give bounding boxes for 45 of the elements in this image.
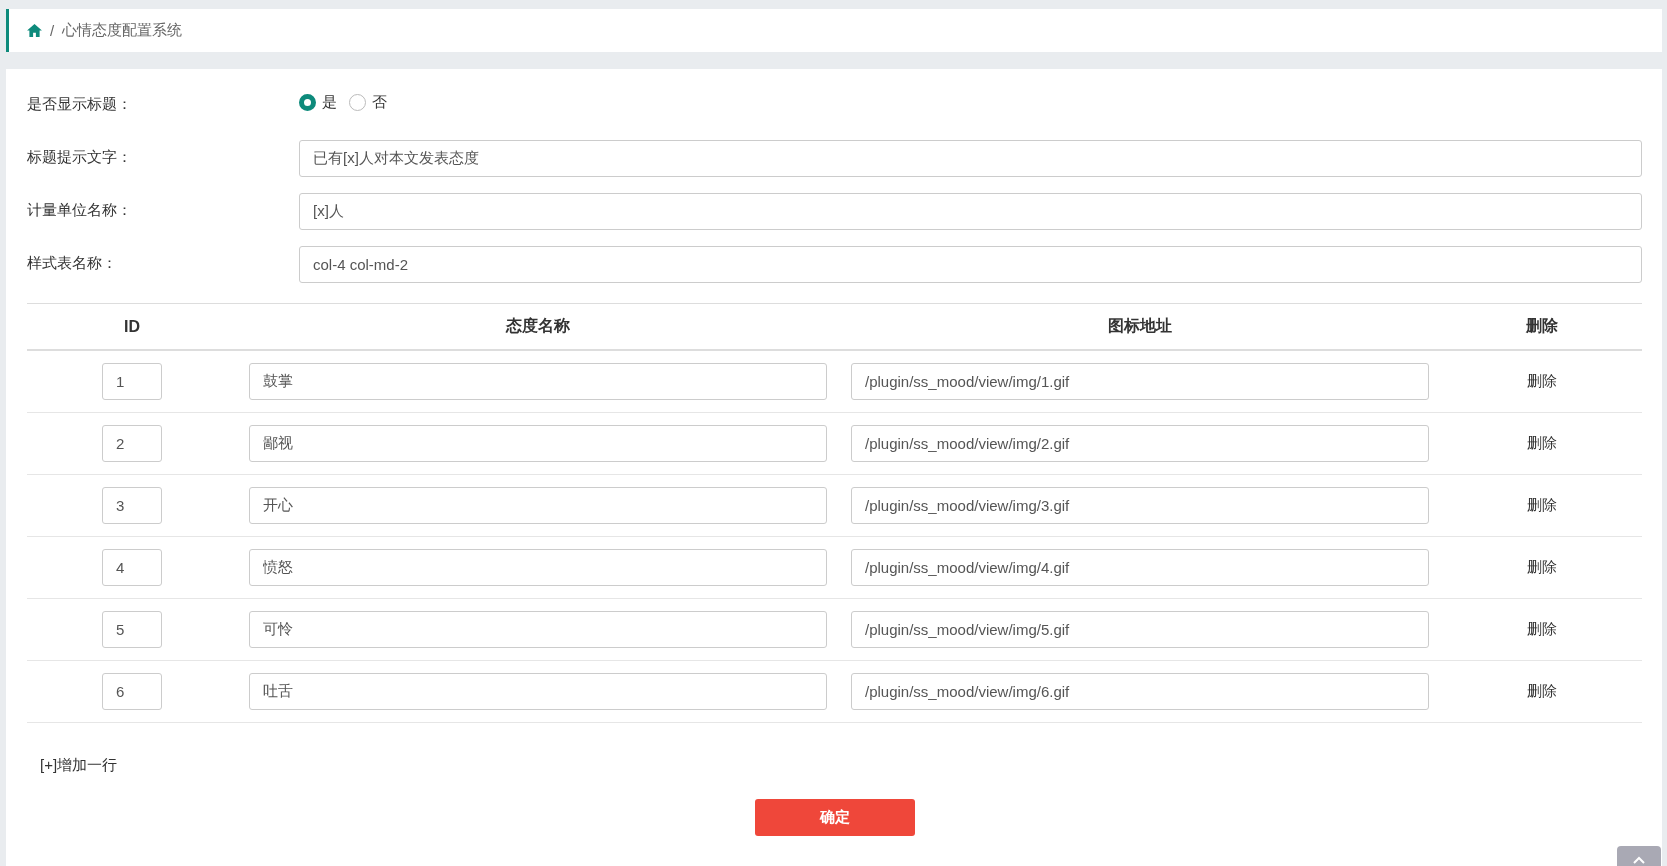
delete-link[interactable]: 删除 [1526,682,1557,701]
id-field[interactable]: 1 [102,363,162,400]
name-field[interactable]: 可怜 [249,611,827,648]
submit-button[interactable]: 确定 [754,799,915,836]
column-header: 态度名称 [504,316,571,336]
name-field[interactable]: 愤怒 [249,549,827,586]
icon-url-field[interactable]: /plugin/ss_mood/view/img/3.gif [851,487,1429,524]
chevron-up-icon [1633,856,1645,864]
delete-link[interactable]: 删除 [1526,496,1557,515]
delete-link[interactable]: 删除 [1526,434,1557,453]
radio-button[interactable] [349,94,366,111]
text-field[interactable]: [x]人 [299,193,1642,230]
add-row-link[interactable]: [+]增加一行 [40,756,118,775]
radio-label: 否 [372,93,387,112]
field-label: 是否显示标题： [27,94,133,114]
home-icon[interactable] [27,24,42,37]
icon-url-field[interactable]: /plugin/ss_mood/view/img/1.gif [851,363,1429,400]
text-field[interactable]: col-4 col-md-2 [299,246,1642,283]
id-field[interactable]: 5 [102,611,162,648]
delete-link[interactable]: 删除 [1526,372,1557,391]
column-header: 图标地址 [1107,316,1173,336]
id-field[interactable]: 6 [102,673,162,710]
breadcrumb-title: 心情态度配置系统 [62,21,183,40]
column-header: 删除 [1524,316,1559,336]
id-field[interactable]: 2 [102,425,162,462]
name-field[interactable]: 开心 [249,487,827,524]
icon-url-field[interactable]: /plugin/ss_mood/view/img/5.gif [851,611,1429,648]
icon-url-field[interactable]: /plugin/ss_mood/view/img/2.gif [851,425,1429,462]
delete-link[interactable]: 删除 [1526,558,1557,577]
icon-url-field[interactable]: /plugin/ss_mood/view/img/4.gif [851,549,1429,586]
field-label: 计量单位名称： [27,200,133,220]
field-label: 标题提示文字： [27,147,133,167]
field-label: 样式表名称： [27,253,118,273]
radio-label: 是 [322,93,337,112]
icon-url-field[interactable]: /plugin/ss_mood/view/img/6.gif [851,673,1429,710]
id-field[interactable]: 4 [102,549,162,586]
text-field[interactable]: 已有[x]人对本文发表态度 [299,140,1642,177]
delete-link[interactable]: 删除 [1526,620,1557,639]
radio-button[interactable] [299,94,316,111]
id-field[interactable]: 3 [102,487,162,524]
column-header: ID [123,317,141,336]
name-field[interactable]: 鼓掌 [249,363,827,400]
name-field[interactable]: 鄙视 [249,425,827,462]
breadcrumb-separator: / [50,22,55,39]
name-field[interactable]: 吐舌 [249,673,827,710]
